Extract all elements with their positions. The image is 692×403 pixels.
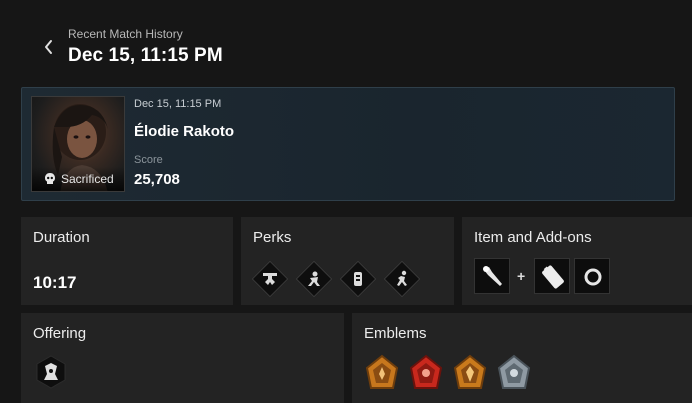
match-date: Dec 15, 11:15 PM xyxy=(134,98,222,110)
header: Recent Match History Dec 15, 11:15 PM xyxy=(0,0,692,84)
status-label: Sacrificed xyxy=(61,172,114,186)
sacrificed-skull-icon xyxy=(45,173,55,184)
score-value: 25,708 xyxy=(134,171,180,188)
page-title: Dec 15, 11:15 PM xyxy=(68,45,223,66)
chevron-left-icon[interactable] xyxy=(40,38,58,56)
items-panel: Item and Add-ons + xyxy=(462,217,692,305)
emblem-1-icon[interactable] xyxy=(364,354,400,392)
plus-sign: + xyxy=(517,268,526,284)
perk-1-icon[interactable] xyxy=(251,260,289,298)
back-button[interactable] xyxy=(40,38,58,56)
duration-value: 10:17 xyxy=(33,273,77,292)
emblem-2-icon[interactable] xyxy=(408,354,444,392)
perks-label: Perks xyxy=(253,229,292,246)
status-badge: Sacrificed xyxy=(32,167,124,191)
ring-addon-icon[interactable] xyxy=(574,258,610,294)
flashlight-icon[interactable] xyxy=(474,258,510,294)
perks-panel: Perks xyxy=(241,217,454,305)
offering-icon[interactable] xyxy=(33,354,69,390)
score-label: Score xyxy=(134,154,163,166)
perk-2-icon[interactable] xyxy=(295,260,333,298)
duration-panel: Duration 10:17 xyxy=(21,217,233,305)
breadcrumb: Recent Match History xyxy=(68,27,183,41)
player-card: Sacrificed Dec 15, 11:15 PM Élodie Rakot… xyxy=(21,87,675,201)
duration-label: Duration xyxy=(33,229,90,246)
emblems-panel: Emblems xyxy=(352,313,692,403)
player-name: Élodie Rakoto xyxy=(134,123,235,140)
character-portrait: Sacrificed xyxy=(31,96,125,192)
offering-label: Offering xyxy=(33,325,87,342)
offering-panel: Offering xyxy=(21,313,344,403)
emblem-4-icon[interactable] xyxy=(496,354,532,392)
perk-4-icon[interactable] xyxy=(383,260,421,298)
items-label: Item and Add-ons xyxy=(474,229,592,246)
perk-3-icon[interactable] xyxy=(339,260,377,298)
emblems-label: Emblems xyxy=(364,325,427,342)
battery-addon-icon[interactable] xyxy=(534,258,570,294)
emblem-3-icon[interactable] xyxy=(452,354,488,392)
